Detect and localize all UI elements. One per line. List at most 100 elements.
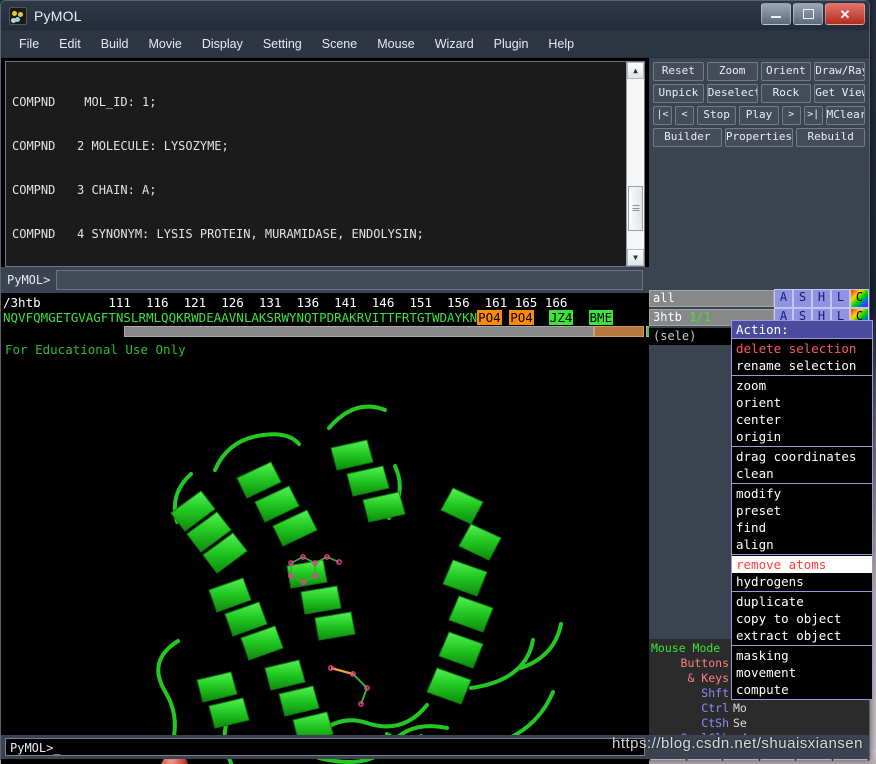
step-forward-button[interactable]: > <box>781 106 801 125</box>
menu-copy-to-object[interactable]: copy to object <box>732 610 872 627</box>
left-column: COMPND MOL_ID: 1; COMPND 2 MOLECULE: LYS… <box>1 58 649 764</box>
toggle-label-all[interactable]: L <box>831 289 850 308</box>
console-line: COMPND 4 SYNONYM: LYSIS PROTEIN, MURAMID… <box>12 226 424 241</box>
menu-preset[interactable]: preset <box>732 502 872 519</box>
menu-file[interactable]: File <box>9 34 49 54</box>
menu-masking[interactable]: masking <box>732 647 872 664</box>
selection-action-context-menu[interactable]: Action: delete selection rename selectio… <box>731 320 873 700</box>
toggle-hide-all[interactable]: H <box>812 289 831 308</box>
mouse-mode-row-ctsh: CtSh Se <box>651 716 869 731</box>
scroll-up-arrow-icon[interactable]: ▲ <box>627 62 644 79</box>
menu-compute[interactable]: compute <box>732 681 872 698</box>
rock-button[interactable]: Rock <box>760 84 812 103</box>
ligand-chip-po4-2[interactable]: PO4 <box>509 310 534 325</box>
sequence-viewer[interactable]: /3htb 111 116 121 126 131 136 141 146 15… <box>1 293 649 338</box>
menu-edit[interactable]: Edit <box>49 34 91 54</box>
menu-clean[interactable]: clean <box>732 465 872 482</box>
toggle-show-all[interactable]: S <box>793 289 812 308</box>
menu-zoom[interactable]: zoom <box>732 377 872 394</box>
zoom-button[interactable]: Zoom <box>706 62 758 81</box>
context-menu-group-6: duplicate copy to object extract object <box>732 592 872 646</box>
menu-wizard[interactable]: Wizard <box>425 34 484 54</box>
bottom-prompt[interactable]: PyMOL>_ <box>5 738 645 756</box>
command-input[interactable] <box>56 270 643 290</box>
menu-orient[interactable]: orient <box>732 394 872 411</box>
menu-hydrogens[interactable]: hydrogens <box>732 573 872 590</box>
control-row-4: Builder Properties Rebuild <box>653 128 866 147</box>
deselect-button[interactable]: Deselect <box>706 84 758 103</box>
mouse-mode-buttons-label: Buttons <box>680 656 729 670</box>
molecular-viewport[interactable]: For Educational Use Only <box>1 338 649 764</box>
window-title: PyMOL <box>34 7 82 24</box>
menu-rename-selection[interactable]: rename selection <box>732 357 872 374</box>
title-bar: PyMOL ✕ <box>1 1 869 31</box>
minimize-button[interactable] <box>761 3 791 25</box>
menu-plugin[interactable]: Plugin <box>484 34 539 54</box>
menu-origin[interactable]: origin <box>732 428 872 445</box>
menu-modify[interactable]: modify <box>732 485 872 502</box>
console-scrollbar[interactable]: ▲ ▼ <box>626 62 644 266</box>
object-toggles-all: A S H L C <box>774 289 869 308</box>
scroll-down-arrow-icon[interactable]: ▼ <box>627 249 644 266</box>
menu-remove-atoms[interactable]: remove atoms <box>732 556 872 573</box>
context-menu-group-7: masking movement compute <box>732 646 872 699</box>
toggle-color-all[interactable]: C <box>850 289 869 308</box>
sequence-scroll-block-orange[interactable] <box>594 326 644 337</box>
ligand-chip-bme[interactable]: BME <box>588 310 614 325</box>
object-name-all[interactable]: all <box>649 290 774 307</box>
rewind-to-start-button[interactable]: |< <box>653 106 672 125</box>
rebuild-button[interactable]: Rebuild <box>796 128 866 147</box>
maximize-button[interactable] <box>793 3 823 25</box>
toggle-action-all[interactable]: A <box>774 289 793 308</box>
builder-button[interactable]: Builder <box>653 128 722 147</box>
play-button[interactable]: Play <box>739 106 779 125</box>
command-prompt-label: PyMOL> <box>7 273 51 287</box>
console-output: COMPND MOL_ID: 1; COMPND 2 MOLECULE: LYS… <box>6 62 626 266</box>
menu-scene[interactable]: Scene <box>312 34 367 54</box>
get-view-button[interactable]: Get View <box>814 84 865 103</box>
menu-build[interactable]: Build <box>91 34 139 54</box>
educational-notice: For Educational Use Only <box>5 342 186 357</box>
control-row-3: |< < Stop Play > >| MClear <box>653 106 865 125</box>
menu-movement[interactable]: movement <box>732 664 872 681</box>
close-button[interactable]: ✕ <box>825 3 865 25</box>
sequence-horizontal-scrollbar[interactable] <box>124 325 649 337</box>
stop-button[interactable]: Stop <box>697 106 737 125</box>
mouse-mode-keys-label: & Keys <box>687 671 729 685</box>
draw-ray-button[interactable]: Draw/Ray <box>814 62 865 81</box>
menu-duplicate[interactable]: duplicate <box>732 593 872 610</box>
forward-to-end-button[interactable]: >| <box>803 106 823 125</box>
scrollbar-track[interactable] <box>627 79 644 249</box>
menu-display[interactable]: Display <box>192 34 253 54</box>
sequence-residues[interactable]: NQVFQMGETGVAGFTNSLRMLQQKRWDEAAVNLAKSRWYN… <box>3 310 477 325</box>
control-row-1: Reset Zoom Orient Draw/Ray <box>653 62 865 81</box>
sequence-residues-row[interactable]: NQVFQMGETGVAGFTNSLRMLQQKRWDEAAVNLAKSRWYN… <box>3 310 614 325</box>
menu-mouse[interactable]: Mouse <box>367 34 425 54</box>
step-back-button[interactable]: < <box>675 106 694 125</box>
menu-extract-object[interactable]: extract object <box>732 627 872 644</box>
context-menu-group-3: drag coordinates clean <box>732 447 872 484</box>
ligand-chip-jz4[interactable]: JZ4 <box>548 310 574 325</box>
menu-help[interactable]: Help <box>538 34 584 54</box>
menu-bar: File Edit Build Movie Display Setting Sc… <box>1 31 869 58</box>
menu-drag-coordinates[interactable]: drag coordinates <box>732 448 872 465</box>
ligand-chip-po4-1[interactable]: PO4 <box>477 310 502 325</box>
unpick-button[interactable]: Unpick <box>653 84 704 103</box>
mclear-button[interactable]: MClear <box>825 106 865 125</box>
menu-center[interactable]: center <box>732 411 872 428</box>
context-menu-header: Action: <box>732 321 872 339</box>
pymol-window: PyMOL ✕ File Edit Build Movie Display Se… <box>0 0 873 764</box>
scrollbar-thumb[interactable] <box>628 186 643 231</box>
orient-button[interactable]: Orient <box>760 62 812 81</box>
menu-delete-selection[interactable]: delete selection <box>732 340 872 357</box>
menu-align[interactable]: align <box>732 536 872 553</box>
menu-setting[interactable]: Setting <box>253 34 312 54</box>
reset-button[interactable]: Reset <box>653 62 704 81</box>
console-panel: COMPND MOL_ID: 1; COMPND 2 MOLECULE: LYS… <box>5 61 645 267</box>
sequence-scroll-thumb[interactable] <box>124 326 594 337</box>
pymol-logo-icon <box>9 6 27 25</box>
menu-movie[interactable]: Movie <box>139 34 192 54</box>
menu-find[interactable]: find <box>732 519 872 536</box>
object-row-all[interactable]: all A S H L C <box>649 289 869 308</box>
properties-button[interactable]: Properties <box>724 128 794 147</box>
